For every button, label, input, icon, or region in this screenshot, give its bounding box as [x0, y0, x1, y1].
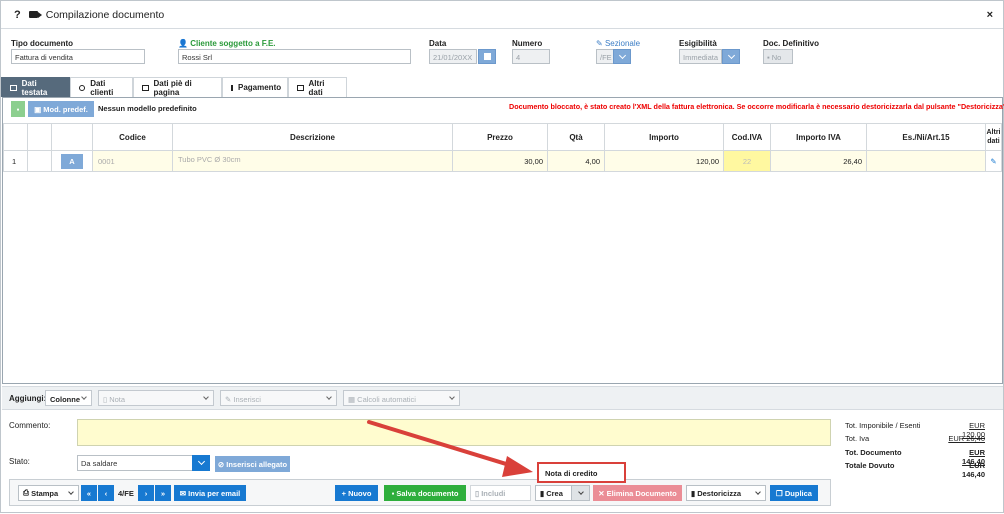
annotation-arrow	[367, 420, 533, 477]
document-window: ? Compilazione documento × Tipo document…	[0, 0, 1004, 513]
